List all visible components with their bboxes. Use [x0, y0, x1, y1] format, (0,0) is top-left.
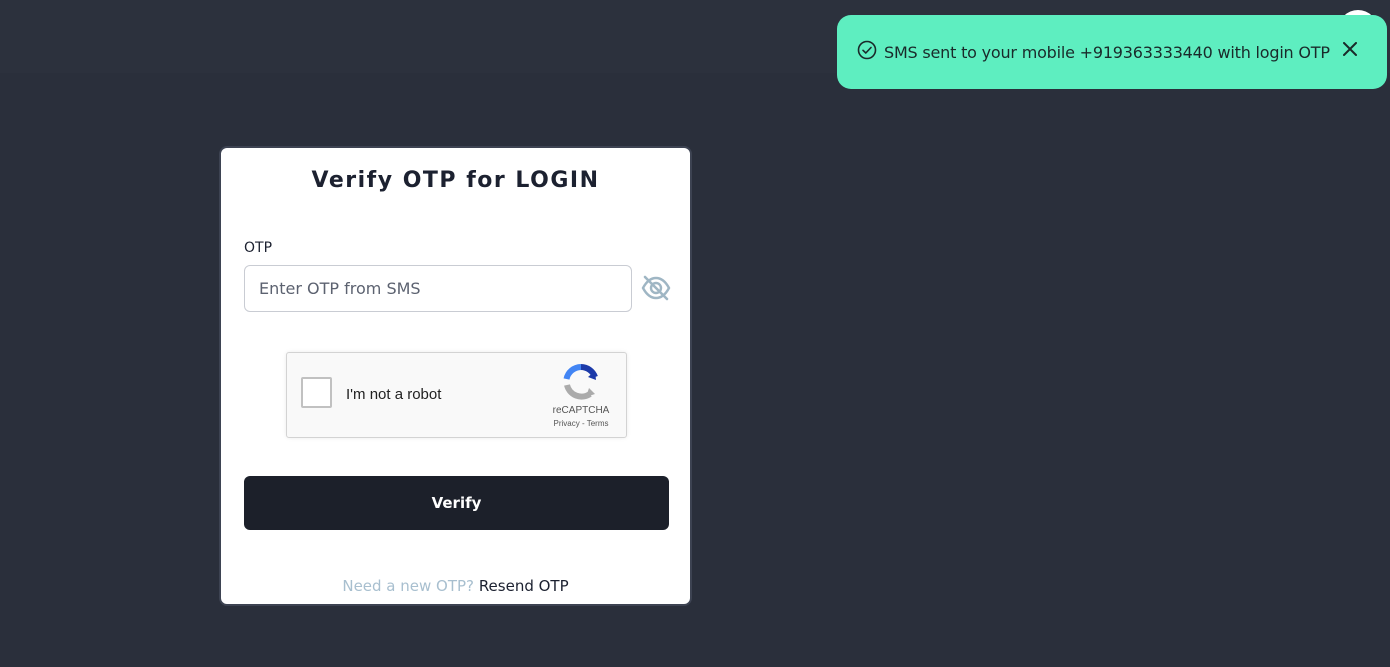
verify-otp-card: Verify OTP for LOGIN OTP I'm not a robot…	[219, 146, 692, 606]
check-circle-icon	[857, 40, 877, 60]
resend-question: Need a new OTP?	[342, 577, 475, 595]
toast-message: SMS sent to your mobile +919363333440 wi…	[884, 42, 1330, 62]
close-icon[interactable]	[1343, 42, 1357, 56]
page-title: Verify OTP for LOGIN	[311, 168, 600, 193]
recaptcha-links[interactable]: Privacy - Terms	[537, 419, 625, 428]
otp-input[interactable]	[244, 265, 632, 312]
verify-button[interactable]: Verify	[244, 476, 669, 530]
otp-label: OTP	[244, 240, 273, 256]
toast-notification: SMS sent to your mobile +919363333440 wi…	[837, 15, 1387, 89]
resend-row: Need a new OTP? Resend OTP	[221, 577, 690, 595]
recaptcha-brand: reCAPTCHA	[552, 405, 610, 416]
recaptcha-logo-icon	[563, 364, 598, 400]
recaptcha-widget: I'm not a robot reCAPTCHA Privacy - Term…	[286, 352, 627, 438]
eye-slash-icon[interactable]	[641, 275, 671, 301]
recaptcha-checkbox[interactable]	[301, 377, 332, 408]
resend-otp-link[interactable]: Resend OTP	[479, 577, 569, 595]
recaptcha-label: I'm not a robot	[346, 386, 442, 403]
